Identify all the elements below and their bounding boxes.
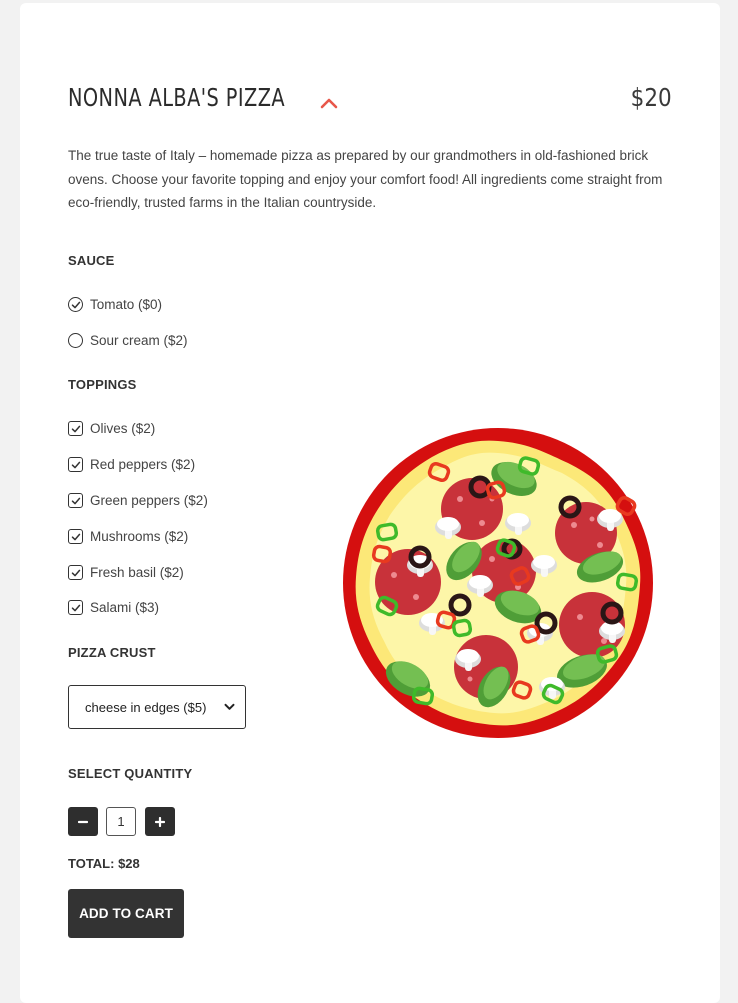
add-to-cart-button[interactable]: ADD TO CART bbox=[68, 889, 184, 938]
pizza-image bbox=[343, 428, 653, 738]
topping-option-fresh-basil[interactable]: Fresh basil ($2) bbox=[68, 565, 184, 580]
checkbox-checked-icon[interactable] bbox=[68, 421, 83, 436]
quantity-heading: SELECT QUANTITY bbox=[68, 766, 193, 781]
checkbox-checked-icon[interactable] bbox=[68, 565, 83, 580]
product-card: NONNA ALBA'S PIZZA $20 The true taste of… bbox=[20, 3, 720, 1003]
checkbox-checked-icon[interactable] bbox=[68, 493, 83, 508]
chevron-down-icon bbox=[224, 703, 235, 710]
topping-option-green-peppers[interactable]: Green peppers ($2) bbox=[68, 493, 208, 508]
topping-option-label: Salami ($3) bbox=[90, 600, 160, 615]
topping-option-label: Red peppers ($2) bbox=[90, 457, 196, 472]
sauce-option-sour-cream[interactable]: Sour cream ($2) bbox=[68, 333, 188, 348]
product-price: $20 bbox=[630, 83, 672, 112]
topping-option-olives[interactable]: Olives ($2) bbox=[68, 421, 155, 436]
topping-option-label: Green peppers ($2) bbox=[90, 493, 208, 508]
radio-unchecked-icon[interactable] bbox=[68, 333, 83, 348]
topping-option-mushrooms[interactable]: Mushrooms ($2) bbox=[68, 529, 188, 544]
radio-checked-icon[interactable] bbox=[68, 297, 83, 312]
quantity-increase-button[interactable] bbox=[145, 807, 175, 836]
plus-icon bbox=[155, 816, 165, 827]
minus-icon bbox=[78, 820, 88, 823]
topping-option-label: Mushrooms ($2) bbox=[90, 529, 189, 544]
chevron-up-icon[interactable] bbox=[320, 96, 338, 110]
crust-select-value: cheese in edges ($5) bbox=[85, 699, 207, 715]
toppings-heading: TOPPINGS bbox=[68, 377, 137, 392]
topping-option-red-peppers[interactable]: Red peppers ($2) bbox=[68, 457, 195, 472]
crust-select[interactable]: cheese in edges ($5) bbox=[68, 685, 246, 729]
sauce-option-label: Sour cream ($2) bbox=[90, 333, 188, 348]
quantity-decrease-button[interactable] bbox=[68, 807, 98, 836]
order-total: TOTAL: $28 bbox=[68, 856, 140, 871]
sauce-option-tomato[interactable]: Tomato ($0) bbox=[68, 297, 162, 312]
sauce-heading: SAUCE bbox=[68, 253, 115, 268]
topping-option-salami[interactable]: Salami ($3) bbox=[68, 600, 159, 615]
topping-option-label: Olives ($2) bbox=[90, 421, 156, 436]
checkbox-checked-icon[interactable] bbox=[68, 457, 83, 472]
sauce-option-label: Tomato ($0) bbox=[90, 297, 163, 312]
checkbox-checked-icon[interactable] bbox=[68, 600, 83, 615]
crust-heading: PIZZA CRUST bbox=[68, 645, 156, 660]
checkbox-checked-icon[interactable] bbox=[68, 529, 83, 544]
topping-option-label: Fresh basil ($2) bbox=[90, 565, 184, 580]
quantity-input[interactable]: 1 bbox=[106, 807, 136, 836]
product-description: The true taste of Italy – homemade pizza… bbox=[68, 148, 663, 210]
product-title: NONNA ALBA'S PIZZA bbox=[68, 83, 286, 112]
